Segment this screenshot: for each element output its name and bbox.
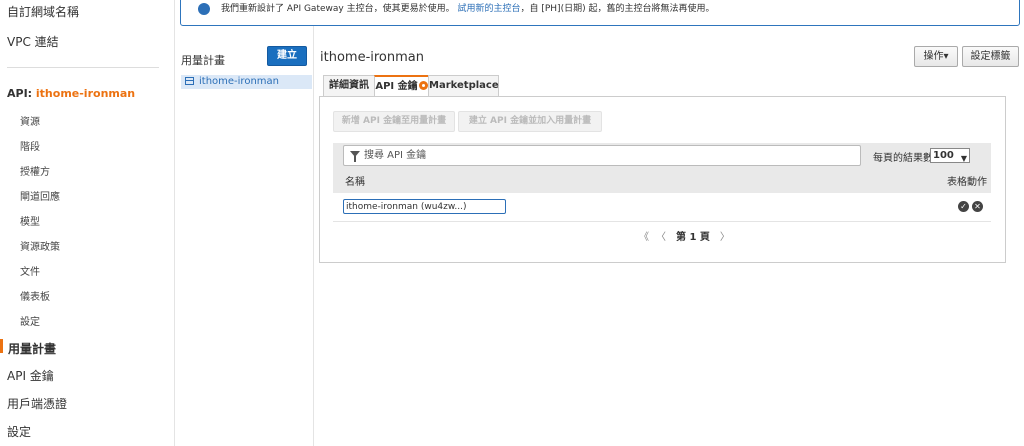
sidebar-item-resources[interactable]: 資源 bbox=[20, 113, 40, 128]
tab-api-keys-label: API 金鑰 bbox=[375, 81, 418, 92]
tab-marketplace[interactable]: Marketplace bbox=[428, 75, 499, 96]
sidebar-item-usage-plans[interactable]: 用量計畫 bbox=[8, 340, 56, 357]
check-icon[interactable]: ✓ bbox=[958, 201, 969, 212]
api-keys-panel: 新增 API 金鑰至用量計畫 建立 API 金鑰並加入用量計畫 搜尋 API 金… bbox=[319, 96, 1006, 263]
sidebar-item-gateway-responses[interactable]: 閘道回應 bbox=[20, 188, 60, 203]
prev-page-icon[interactable]: 〈 bbox=[661, 232, 666, 243]
sidebar-item-api-keys[interactable]: API 金鑰 bbox=[7, 367, 54, 384]
sidebar-api-title[interactable]: API: ithome-ironman bbox=[7, 87, 135, 100]
page-title: ithome-ironman bbox=[320, 50, 424, 65]
per-page-value: 100 bbox=[933, 150, 954, 161]
filter-icon bbox=[350, 151, 360, 162]
column-header-name[interactable]: 名稱 bbox=[345, 173, 365, 188]
sidebar-item-models[interactable]: 模型 bbox=[20, 213, 40, 228]
sidebar-item-vpc-links[interactable]: VPC 連結 bbox=[7, 33, 59, 50]
sidebar-item-custom-domains[interactable]: 自訂網域名稱 bbox=[7, 3, 79, 20]
remove-icon[interactable]: ✕ bbox=[972, 201, 983, 212]
banner-text-after: ，自 [PH](日期) 起，舊的主控台將無法再使用。 bbox=[520, 4, 715, 14]
active-indicator bbox=[0, 339, 3, 353]
usage-plans-column: 用量計畫 建立 ithome-ironman bbox=[174, 0, 314, 446]
page-indicator: 第 1 頁 bbox=[676, 232, 710, 243]
plan-list-item[interactable]: ithome-ironman bbox=[181, 75, 312, 89]
tags-button[interactable]: 設定標籤 bbox=[962, 46, 1019, 67]
banner-text: 我們重新設計了 API Gateway 主控台，使其更易於使用。 bbox=[221, 4, 455, 14]
sidebar: 自訂網域名稱 VPC 連結 API: ithome-ironman 資源 階段 … bbox=[0, 0, 175, 446]
sidebar-item-stages[interactable]: 階段 bbox=[20, 138, 40, 153]
sidebar-divider bbox=[7, 67, 159, 68]
per-page-select[interactable]: 100 ▼ bbox=[930, 148, 970, 163]
per-page-label: 每頁的結果數 bbox=[873, 153, 933, 164]
column-header-actions: 表格動作 bbox=[947, 177, 987, 188]
tab-details[interactable]: 詳細資訊 bbox=[323, 75, 375, 96]
search-placeholder: 搜尋 API 金鑰 bbox=[364, 150, 427, 161]
first-page-icon[interactable]: 《 bbox=[639, 232, 649, 243]
actions-button[interactable]: 操作▾ bbox=[914, 46, 958, 67]
table-row: ithome-ironman (wu4zw...) ✓ ✕ bbox=[333, 194, 991, 222]
search-input[interactable]: 搜尋 API 金鑰 bbox=[343, 145, 861, 166]
sidebar-item-client-certificates[interactable]: 用戶端憑證 bbox=[7, 395, 67, 412]
sidebar-item-dashboard[interactable]: 儀表板 bbox=[20, 288, 50, 303]
banner-message: 我們重新設計了 API Gateway 主控台，使其更易於使用。 試用新的主控台… bbox=[221, 1, 714, 14]
plan-list-item-label: ithome-ironman bbox=[199, 76, 279, 87]
sidebar-item-resource-policy[interactable]: 資源政策 bbox=[20, 238, 60, 253]
sidebar-item-settings[interactable]: 設定 bbox=[7, 423, 31, 440]
api-key-name-field[interactable]: ithome-ironman (wu4zw...) bbox=[343, 199, 506, 214]
create-api-key-button[interactable]: 建立 API 金鑰並加入用量計畫 bbox=[458, 111, 602, 132]
next-page-icon[interactable]: 〉 bbox=[720, 232, 730, 243]
pagination: 《 〈第 1 頁〉 bbox=[633, 228, 736, 243]
plan-icon bbox=[185, 77, 194, 85]
tab-badge-icon bbox=[418, 80, 428, 90]
sidebar-item-settings-api[interactable]: 設定 bbox=[20, 313, 40, 328]
tab-api-keys[interactable]: API 金鑰 bbox=[374, 75, 429, 97]
sidebar-item-documentation[interactable]: 文件 bbox=[20, 263, 40, 278]
notice-banner: 我們重新設計了 API Gateway 主控台，使其更易於使用。 試用新的主控台… bbox=[180, 0, 1020, 26]
usage-plans-title: 用量計畫 bbox=[181, 54, 225, 67]
add-api-key-button[interactable]: 新增 API 金鑰至用量計畫 bbox=[333, 111, 455, 132]
api-prefix: API: bbox=[7, 87, 36, 100]
api-name: ithome-ironman bbox=[35, 87, 136, 100]
try-new-console-link[interactable]: 試用新的主控台 bbox=[457, 4, 520, 14]
chevron-down-icon: ▼ bbox=[960, 154, 967, 163]
create-plan-button[interactable]: 建立 bbox=[267, 46, 307, 66]
info-icon bbox=[198, 3, 210, 15]
sidebar-item-authorizers[interactable]: 授權方 bbox=[20, 163, 50, 178]
table-header: 搜尋 API 金鑰 每頁的結果數 100 ▼ 名稱 表格動作 bbox=[333, 143, 991, 193]
